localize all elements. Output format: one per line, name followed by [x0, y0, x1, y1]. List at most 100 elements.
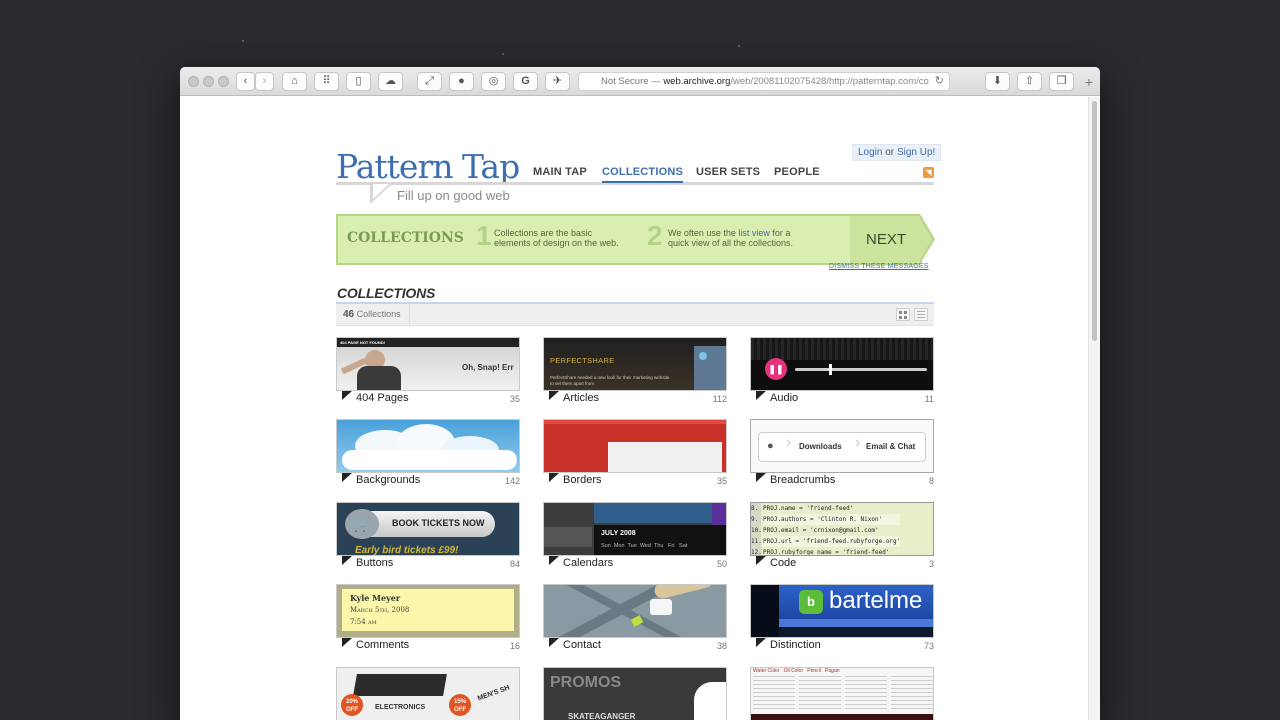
sidebar-button[interactable]: ▯: [346, 72, 371, 91]
card-tail: [342, 473, 352, 482]
collection-count: 50: [716, 559, 727, 569]
grid-view-button[interactable]: [896, 308, 910, 321]
extension-drop-button[interactable]: ●: [449, 72, 474, 91]
extension-circle-button[interactable]: ◎: [481, 72, 506, 91]
code-line-number: 10.: [751, 527, 762, 534]
login-link[interactable]: Login: [858, 147, 882, 158]
collection-card-code[interactable]: 8. 9. 10. 11. 12. PROJ.name = 'friend-fe…: [750, 502, 934, 572]
collection-thumbnail[interactable]: ● Downloads Email & Chat › ›: [750, 419, 934, 473]
home-button[interactable]: ⌂: [282, 72, 307, 91]
list-view-button[interactable]: [914, 308, 928, 321]
fullscreen-button[interactable]: ⤢: [417, 72, 442, 91]
thumb-cal-cell: [544, 527, 592, 547]
site-tagline: Fill up on good web: [397, 188, 510, 203]
collection-card-borders[interactable]: Borders 35: [543, 419, 727, 489]
nav-collections[interactable]: COLLECTIONS: [602, 166, 684, 183]
scrollbar-thumb[interactable]: [1092, 101, 1097, 341]
collection-name[interactable]: Breadcrumbs: [770, 474, 835, 486]
nav-main-tap[interactable]: MAIN TAP: [533, 166, 587, 178]
minimize-window-button[interactable]: [203, 76, 214, 87]
collection-card-calendars[interactable]: JULY 2008 Sun Mon Tue Wed Thu Fri Sat Ca…: [543, 502, 727, 572]
collection-name[interactable]: Buttons: [356, 557, 393, 569]
collection-card-backgrounds[interactable]: Backgrounds 142: [336, 419, 520, 489]
site-logo[interactable]: Pattern Tap: [336, 147, 520, 186]
collection-thumbnail[interactable]: 20% OFF 15% OFF ELECTRONICS MEN'S SH: [336, 667, 520, 720]
collection-name[interactable]: Audio: [770, 392, 798, 404]
collection-thumbnail[interactable]: [543, 419, 727, 473]
collection-card-breadcrumbs[interactable]: ● Downloads Email & Chat › › Breadcrumbs…: [750, 419, 934, 489]
downloads-button[interactable]: ⬇: [985, 72, 1010, 91]
close-window-button[interactable]: [188, 76, 199, 87]
page-scrollbar[interactable]: [1088, 97, 1100, 720]
collection-thumbnail[interactable]: [543, 584, 727, 638]
collection-card-partial[interactable]: Water Color Oil Color Pencil Pagan: [750, 667, 934, 720]
forward-button[interactable]: ›: [255, 72, 274, 91]
sidebar-icon: ▯: [355, 75, 362, 87]
collection-name[interactable]: 404 Pages: [356, 392, 409, 404]
apple-icon: ●: [767, 440, 774, 452]
collection-card-404-pages[interactable]: 404 PAGE NOT FOUND! Oh, Snap! Err 404 Pa…: [336, 337, 520, 407]
collection-card-audio[interactable]: ❚❚ Audio 11: [750, 337, 934, 407]
new-tab-button[interactable]: +: [1080, 72, 1098, 91]
code-line: PROJ.authors = 'Clinton R. Nixon': [763, 514, 901, 525]
collection-card-partial[interactable]: 20% OFF 15% OFF ELECTRONICS MEN'S SH: [336, 667, 520, 720]
collection-card-buttons[interactable]: 🛒 BOOK TICKETS NOW Early bird tickets £9…: [336, 502, 520, 572]
collection-thumbnail[interactable]: 8. 9. 10. 11. 12. PROJ.name = 'friend-fe…: [750, 502, 934, 556]
collection-name[interactable]: Articles: [563, 392, 599, 404]
collection-name[interactable]: Borders: [563, 474, 602, 486]
collection-thumbnail[interactable]: PERFECTSHARE PerfectShare needed a new l…: [543, 337, 727, 391]
background-dot: [242, 40, 244, 42]
banner-next-button[interactable]: NEXT: [850, 216, 922, 263]
collection-name[interactable]: Code: [770, 557, 796, 569]
thumb-404-body: [357, 366, 401, 390]
collection-thumbnail[interactable]: Water Color Oil Color Pencil Pagan: [750, 667, 934, 720]
card-tail: [756, 638, 766, 647]
extension-pin-button[interactable]: ✈: [545, 72, 570, 91]
thumb-articles-brand: PERFECTSHARE: [550, 356, 615, 365]
collection-thumbnail[interactable]: PROMOS SKATEAGANGER: [543, 667, 727, 720]
collection-thumbnail[interactable]: 404 PAGE NOT FOUND! Oh, Snap! Err: [336, 337, 520, 391]
collection-name[interactable]: Contact: [563, 639, 601, 651]
intro-banner: COLLECTIONS 1 Collections are the basic …: [336, 214, 922, 265]
collection-card-comments[interactable]: Kyle Meyer March 5th, 2008 7:54 am Comme…: [336, 584, 520, 654]
rss-icon[interactable]: ◥: [923, 167, 934, 178]
reload-icon[interactable]: ↻: [935, 73, 944, 90]
chevron-right-icon: ›: [262, 75, 267, 87]
browser-toolbar: ‹ › ⌂ ⠿ ▯ ☁ ⤢ ● ◎ G ✈ Not Secure — web.a…: [180, 67, 1100, 96]
dismiss-messages-link[interactable]: DISMISS THESE MESSAGES: [829, 263, 929, 270]
thumb-color-header: Water Color Oil Color Pencil Pagan: [753, 668, 840, 674]
top-sites-button[interactable]: ⠿: [314, 72, 339, 91]
nav-people[interactable]: PEOPLE: [774, 166, 820, 178]
list-view-link[interactable]: list view: [738, 228, 770, 238]
collection-thumbnail[interactable]: Kyle Meyer March 5th, 2008 7:54 am: [336, 584, 520, 638]
step-2-text-pre: We often use the: [668, 228, 739, 238]
collection-thumbnail[interactable]: JULY 2008 Sun Mon Tue Wed Thu Fri Sat: [543, 502, 727, 556]
collection-name[interactable]: Distinction: [770, 639, 821, 651]
icloud-tabs-button[interactable]: ☁: [378, 72, 403, 91]
thumb-cal-header: [594, 503, 712, 523]
card-tail: [549, 473, 559, 482]
collection-thumbnail[interactable]: b bartelme: [750, 584, 934, 638]
collection-name[interactable]: Calendars: [563, 557, 613, 569]
signup-link[interactable]: Sign Up!: [897, 147, 935, 158]
back-button[interactable]: ‹: [236, 72, 255, 91]
tabs-overview-button[interactable]: ❐: [1049, 72, 1074, 91]
collection-count: 3: [928, 559, 934, 569]
collection-card-articles[interactable]: PERFECTSHARE PerfectShare needed a new l…: [543, 337, 727, 407]
collection-thumbnail[interactable]: [336, 419, 520, 473]
thumb-promos: PROMOS: [550, 674, 622, 691]
collection-name[interactable]: Backgrounds: [356, 474, 420, 486]
nav-user-sets[interactable]: USER SETS: [696, 166, 760, 178]
collection-card-partial[interactable]: PROMOS SKATEAGANGER: [543, 667, 727, 720]
share-button[interactable]: ⇧: [1017, 72, 1042, 91]
collection-thumbnail[interactable]: ❚❚: [750, 337, 934, 391]
collection-thumbnail[interactable]: 🛒 BOOK TICKETS NOW Early bird tickets £9…: [336, 502, 520, 556]
pause-icon: ❚❚: [765, 358, 787, 380]
collection-card-distinction[interactable]: b bartelme Distinction 73: [750, 584, 934, 654]
address-bar[interactable]: Not Secure — web.archive.org/web/2008110…: [578, 72, 950, 91]
collection-card-contact[interactable]: Contact 38: [543, 584, 727, 654]
extension-g-button[interactable]: G: [513, 72, 538, 91]
chevron-right-icon: ›: [786, 434, 792, 451]
collection-name[interactable]: Comments: [356, 639, 409, 651]
zoom-window-button[interactable]: [218, 76, 229, 87]
